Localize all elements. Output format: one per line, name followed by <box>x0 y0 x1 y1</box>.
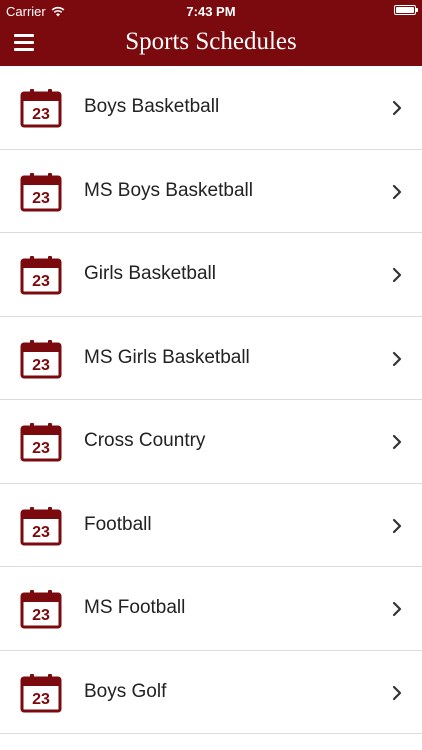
sports-list: 23 Boys Basketball 23 MS Boys Basketball 23 G… <box>0 66 422 734</box>
list-item-label: Boys Golf <box>84 680 167 702</box>
list-item[interactable]: 23 Boys Golf <box>0 650 422 734</box>
hamburger-icon <box>14 48 34 51</box>
calendar-icon: 23 <box>20 423 62 462</box>
calendar-day: 23 <box>32 357 50 374</box>
calendar-icon: 23 <box>20 256 62 295</box>
chevron-right-icon <box>392 601 402 617</box>
calendar-day: 23 <box>32 440 50 457</box>
calendar-icon: 23 <box>20 172 62 211</box>
list-item-label: MS Football <box>84 597 186 618</box>
page-title: Sports Schedules <box>125 28 297 55</box>
calendar-icon: 23 <box>20 590 62 629</box>
list-item[interactable]: 23 Cross Country <box>0 400 422 484</box>
list-item[interactable]: 23 Football <box>0 483 422 567</box>
menu-button[interactable] <box>12 31 36 53</box>
calendar-icon: 23 <box>20 339 62 378</box>
calendar-icon: 23 <box>20 673 62 712</box>
calendar-day: 23 <box>32 691 50 708</box>
chevron-right-icon <box>392 184 402 199</box>
chevron-right-icon <box>392 351 402 366</box>
status-time: 7:43 PM <box>186 4 236 19</box>
hamburger-icon <box>14 41 34 44</box>
list-item-label: MS Boys Basketball <box>84 179 253 201</box>
battery-icon <box>394 5 418 15</box>
chevron-right-icon <box>392 267 402 283</box>
list-item-label: Boys Basketball <box>84 96 220 117</box>
list-item-label: Football <box>84 513 152 535</box>
chevron-right-icon <box>392 685 402 700</box>
status-bar: Carrier 7:43 PM <box>0 0 422 22</box>
list-item[interactable]: 23 MS Boys Basketball <box>0 149 422 233</box>
list-item[interactable]: 23 MS Football <box>0 567 422 651</box>
chevron-right-icon <box>392 518 402 533</box>
calendar-day: 23 <box>32 524 50 541</box>
list-item-label: MS Girls Basketball <box>84 346 250 368</box>
calendar-day: 23 <box>32 106 50 123</box>
app-header: Carrier 7:43 PM Sports Schedules <box>0 0 422 66</box>
calendar-day: 23 <box>32 607 50 624</box>
list-item-label: Cross Country <box>84 430 206 451</box>
list-item-label: Girls Basketball <box>84 263 216 284</box>
calendar-icon: 23 <box>20 506 62 545</box>
calendar-day: 23 <box>32 190 50 207</box>
hamburger-icon <box>14 34 34 37</box>
list-item[interactable]: 23 Girls Basketball <box>0 233 422 317</box>
list-item[interactable]: 23 Boys Basketball <box>0 66 422 150</box>
chevron-right-icon <box>392 434 402 450</box>
calendar-day: 23 <box>32 273 50 290</box>
list-item[interactable]: 23 MS Girls Basketball <box>0 316 422 400</box>
chevron-right-icon <box>392 100 402 116</box>
calendar-icon: 23 <box>20 89 62 128</box>
